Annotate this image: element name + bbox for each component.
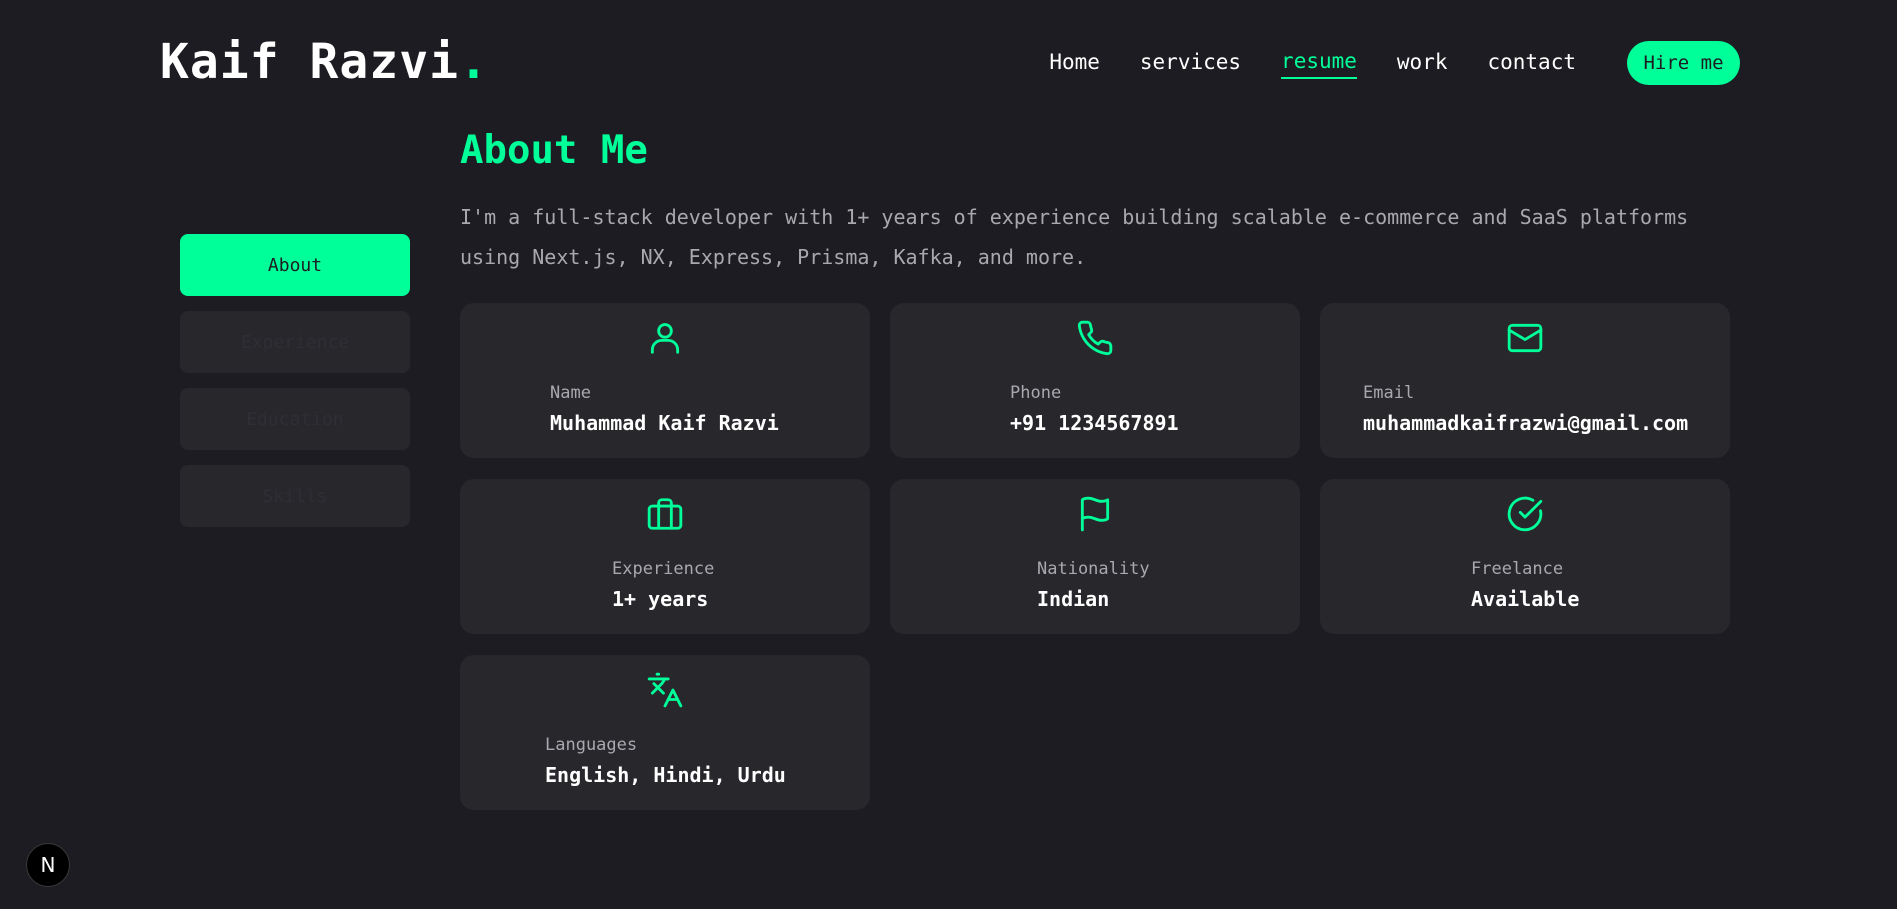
card-label: Experience	[612, 559, 715, 579]
card-meta: Freelance Available	[1320, 557, 1730, 615]
nav-home[interactable]: Home	[1049, 48, 1100, 78]
info-card-phone: Phone +91 1234567891	[890, 303, 1300, 458]
card-label: Email	[1363, 383, 1415, 403]
card-value: Muhammad Kaif Razvi	[550, 411, 779, 435]
nav-contact[interactable]: contact	[1487, 48, 1576, 78]
card-value: English, Hindi, Urdu	[545, 763, 786, 787]
briefcase-icon	[646, 495, 684, 533]
card-meta: Languages English, Hindi, Urdu	[460, 733, 870, 791]
tab-education[interactable]: Education	[180, 388, 410, 450]
card-label: Languages	[545, 735, 638, 755]
mail-icon	[1506, 319, 1544, 357]
card-value: Indian	[1037, 587, 1110, 611]
card-value: +91 1234567891	[1010, 411, 1179, 435]
user-icon	[646, 319, 684, 357]
main-nav: Home services resume work contact Hire m…	[1049, 41, 1740, 85]
info-card-name: Name Muhammad Kaif Razvi	[460, 303, 870, 458]
phone-icon	[1076, 319, 1114, 357]
nav-resume[interactable]: resume	[1281, 47, 1357, 79]
card-label: Phone	[1010, 383, 1062, 403]
info-card-languages: Languages English, Hindi, Urdu	[460, 655, 870, 810]
hire-me-button[interactable]: Hire me	[1627, 41, 1740, 85]
card-meta: Email muhammadkaifrazwi@gmail.com	[1320, 381, 1730, 439]
nextjs-dev-badge[interactable]: N	[26, 843, 70, 887]
tab-about[interactable]: About	[180, 234, 410, 296]
site-logo[interactable]: Kaif Razvi.	[160, 34, 489, 90]
check-circle-icon	[1506, 495, 1544, 533]
resume-tabs: About Experience Education Skills	[180, 234, 410, 542]
nav-services[interactable]: services	[1140, 48, 1241, 78]
tab-experience[interactable]: Experience	[180, 311, 410, 373]
info-grid: Name Muhammad Kaif Razvi Phone +91 12345…	[460, 303, 1730, 810]
card-label: Nationality	[1037, 559, 1150, 579]
nav-work[interactable]: work	[1397, 48, 1448, 78]
flag-icon	[1076, 495, 1114, 533]
languages-icon	[646, 671, 684, 709]
card-value: Available	[1471, 587, 1580, 611]
info-card-email: Email muhammadkaifrazwi@gmail.com	[1320, 303, 1730, 458]
site-header: Kaif Razvi. Home services resume work co…	[160, 34, 1740, 90]
info-card-nationality: Nationality Indian	[890, 479, 1300, 634]
info-card-freelance: Freelance Available	[1320, 479, 1730, 634]
logo-dot: .	[458, 34, 489, 90]
card-label: Name	[550, 383, 591, 403]
about-description: I'm a full-stack developer with 1+ years…	[460, 205, 1689, 269]
card-label: Freelance	[1471, 559, 1564, 579]
card-meta: Nationality Indian	[890, 557, 1300, 615]
card-meta: Phone +91 1234567891	[890, 381, 1300, 439]
page-title: About Me	[460, 128, 648, 173]
card-value: 1+ years	[612, 587, 709, 611]
info-card-experience: Experience 1+ years	[460, 479, 870, 634]
card-meta: Experience 1+ years	[460, 557, 870, 615]
tab-skills[interactable]: Skills	[180, 465, 410, 527]
about-section: About Me I'm a full-stack developer with…	[460, 125, 1740, 810]
card-meta: Name Muhammad Kaif Razvi	[460, 381, 870, 439]
card-value: muhammadkaifrazwi@gmail.com	[1363, 411, 1689, 435]
